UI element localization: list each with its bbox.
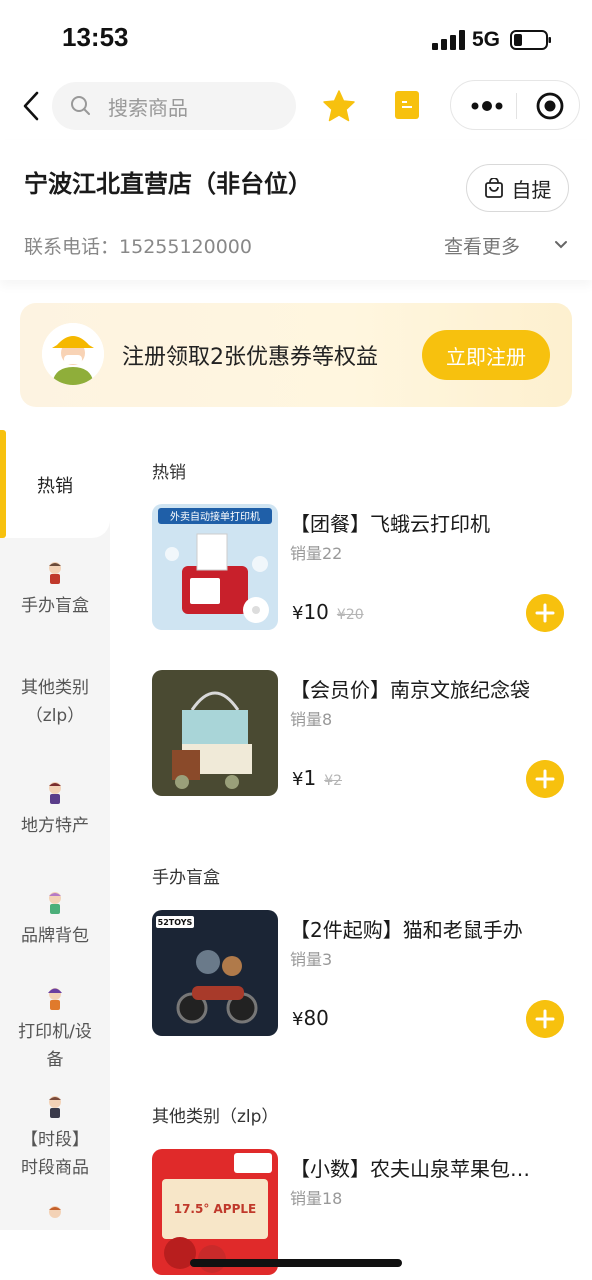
product-sales: 销量18 bbox=[290, 1189, 343, 1208]
sidebar-item-more[interactable] bbox=[0, 1204, 110, 1236]
sidebar-item-label: 其他类别 bbox=[21, 678, 89, 698]
sidebar-item-label: 地方特产 bbox=[21, 816, 89, 836]
sidebar-item-label: 品牌背包 bbox=[21, 926, 89, 946]
figure-icon bbox=[49, 782, 61, 804]
register-button[interactable]: 立即注册 bbox=[422, 330, 550, 380]
original-price: ¥2 bbox=[324, 773, 343, 789]
price-value: 10 bbox=[303, 600, 329, 624]
document-icon[interactable] bbox=[394, 90, 420, 120]
product-image-text: 17.5° APPLE bbox=[174, 1202, 257, 1216]
product-card[interactable]: 52TOYS 【2件起购】猫和老鼠手办 销量3 ¥80 bbox=[152, 910, 572, 1038]
product-price: ¥1 ¥2 bbox=[292, 766, 342, 790]
chevron-down-icon[interactable] bbox=[554, 240, 568, 250]
price-value: 1 bbox=[303, 766, 317, 790]
store-header: 宁波江北直营店（非台位） 自提 联系电话：15255120000 查看更多 bbox=[0, 140, 592, 280]
sidebar-item-label: 热销 bbox=[37, 476, 73, 497]
add-to-cart-plus-icon[interactable] bbox=[526, 1000, 564, 1038]
add-to-cart-plus-icon[interactable] bbox=[526, 760, 564, 798]
product-image: 52TOYS bbox=[152, 910, 278, 1036]
search-placeholder: 搜索商品 bbox=[108, 95, 188, 120]
figure-toy-image: 52TOYS bbox=[152, 910, 278, 1036]
pickup-button[interactable]: 自提 bbox=[466, 164, 569, 212]
apple-box-image: 17.5° APPLE bbox=[152, 1149, 278, 1275]
section-title: 手办盲盒 bbox=[152, 868, 220, 888]
phone-number[interactable]: 15255120000 bbox=[119, 236, 252, 258]
network-type: 5G bbox=[472, 28, 501, 51]
original-price: ¥20 bbox=[336, 607, 364, 623]
product-image bbox=[152, 670, 278, 796]
pickup-label: 自提 bbox=[511, 177, 552, 202]
section-title: 热销 bbox=[152, 463, 186, 483]
product-name: 【会员价】南京文旅纪念袋 bbox=[290, 678, 530, 702]
product-card[interactable]: 17.5° APPLE 【小数】农夫山泉苹果包… 销量18 bbox=[152, 1149, 572, 1277]
sidebar-item-label-line2: （zlp） bbox=[25, 706, 85, 726]
phone-label: 联系电话： bbox=[24, 236, 120, 258]
favorite-star-icon[interactable] bbox=[322, 90, 356, 122]
printer-image: 外卖自动接单打印机 bbox=[152, 504, 278, 630]
nav-bar: 搜索商品 bbox=[0, 78, 592, 134]
avatar bbox=[42, 323, 104, 385]
search-icon bbox=[71, 96, 90, 115]
more-dots-icon[interactable] bbox=[469, 91, 505, 121]
product-image: 外卖自动接单打印机 bbox=[152, 504, 278, 630]
sidebar-item-label-line2: 备 bbox=[46, 1050, 64, 1070]
product-image-text: 外卖自动接单打印机 bbox=[170, 510, 260, 523]
product-price: ¥80 bbox=[292, 1006, 329, 1030]
sidebar-item-printers[interactable]: 打印机/设 备 bbox=[0, 986, 110, 1074]
figure-icon bbox=[49, 892, 61, 914]
sidebar-item-local-specialty[interactable]: 地方特产 bbox=[0, 780, 110, 840]
section-title: 其他类别（zlp） bbox=[152, 1107, 279, 1127]
product-name: 【团餐】飞蛾云打印机 bbox=[290, 512, 490, 536]
miniprogram-capsule bbox=[450, 80, 580, 130]
product-name: 【2件起购】猫和老鼠手办 bbox=[290, 918, 523, 942]
currency-symbol: ¥ bbox=[292, 769, 304, 790]
product-list: 热销 外卖自动接单打印机 【团餐】飞蛾云打印机 销量22 ¥10 ¥20 【会员… bbox=[110, 430, 592, 1275]
product-sales: 销量8 bbox=[290, 710, 333, 729]
signal-icon bbox=[432, 30, 465, 50]
price-value: 80 bbox=[303, 1006, 329, 1030]
sidebar-item-brand-bags[interactable]: 品牌背包 bbox=[0, 890, 110, 950]
sidebar-item-figures[interactable]: 手办盲盒 bbox=[0, 560, 110, 620]
currency-symbol: ¥ bbox=[292, 603, 304, 624]
souvenir-bag-image bbox=[152, 670, 278, 796]
product-image: 17.5° APPLE bbox=[152, 1149, 278, 1275]
promo-text: 注册领取2张优惠券等权益 bbox=[122, 345, 378, 370]
contact-phone: 联系电话：15255120000 bbox=[24, 232, 252, 259]
add-to-cart-plus-icon[interactable] bbox=[526, 594, 564, 632]
user-avatar-icon bbox=[42, 323, 104, 385]
figure-icon bbox=[48, 988, 62, 1010]
status-time: 13:53 bbox=[62, 22, 129, 52]
figure-icon bbox=[49, 562, 61, 584]
shopping-bag-icon bbox=[484, 178, 503, 198]
capsule-divider bbox=[516, 93, 517, 119]
product-card[interactable]: 外卖自动接单打印机 【团餐】飞蛾云打印机 销量22 ¥10 ¥20 bbox=[152, 504, 572, 632]
figure-icon bbox=[49, 1206, 61, 1218]
sidebar-item-label: 【时段】 bbox=[21, 1130, 89, 1150]
product-price: ¥10 ¥20 bbox=[292, 600, 364, 624]
sidebar-item-label: 打印机/设 bbox=[18, 1022, 92, 1042]
currency-symbol: ¥ bbox=[292, 1009, 304, 1030]
store-name: 宁波江北直营店（非台位） bbox=[24, 170, 312, 198]
status-bar: 13:53 5G bbox=[0, 0, 592, 78]
product-name: 【小数】农夫山泉苹果包… bbox=[290, 1157, 530, 1181]
chevron-left-icon bbox=[23, 91, 39, 121]
close-target-icon[interactable] bbox=[535, 91, 565, 121]
sidebar-item-other[interactable]: 其他类别 （zlp） bbox=[0, 674, 110, 730]
battery-icon bbox=[510, 30, 551, 50]
back-button[interactable] bbox=[16, 88, 46, 124]
figure-icon bbox=[49, 1096, 61, 1118]
home-indicator[interactable] bbox=[190, 1259, 402, 1267]
product-sales: 销量3 bbox=[290, 950, 333, 969]
product-sales: 销量22 bbox=[290, 544, 343, 563]
category-sidebar: 热销 手办盲盒 其他类别 （zlp） 地方特产 品牌背包 打印机/设 备 【时段… bbox=[0, 430, 110, 1230]
sidebar-item-label-line2: 时段商品 bbox=[21, 1158, 89, 1178]
sidebar-item-label: 手办盲盒 bbox=[21, 596, 89, 616]
product-image-text: 52TOYS bbox=[158, 918, 193, 927]
sidebar-item-hot[interactable]: 热销 bbox=[0, 430, 110, 538]
view-more-link[interactable]: 查看更多 bbox=[444, 232, 520, 259]
product-card[interactable]: 【会员价】南京文旅纪念袋 销量8 ¥1 ¥2 bbox=[152, 670, 572, 798]
sidebar-item-time-slot[interactable]: 【时段】 时段商品 bbox=[0, 1094, 110, 1182]
search-input[interactable]: 搜索商品 bbox=[52, 82, 296, 130]
register-promo-banner: 注册领取2张优惠券等权益 立即注册 bbox=[20, 303, 572, 407]
